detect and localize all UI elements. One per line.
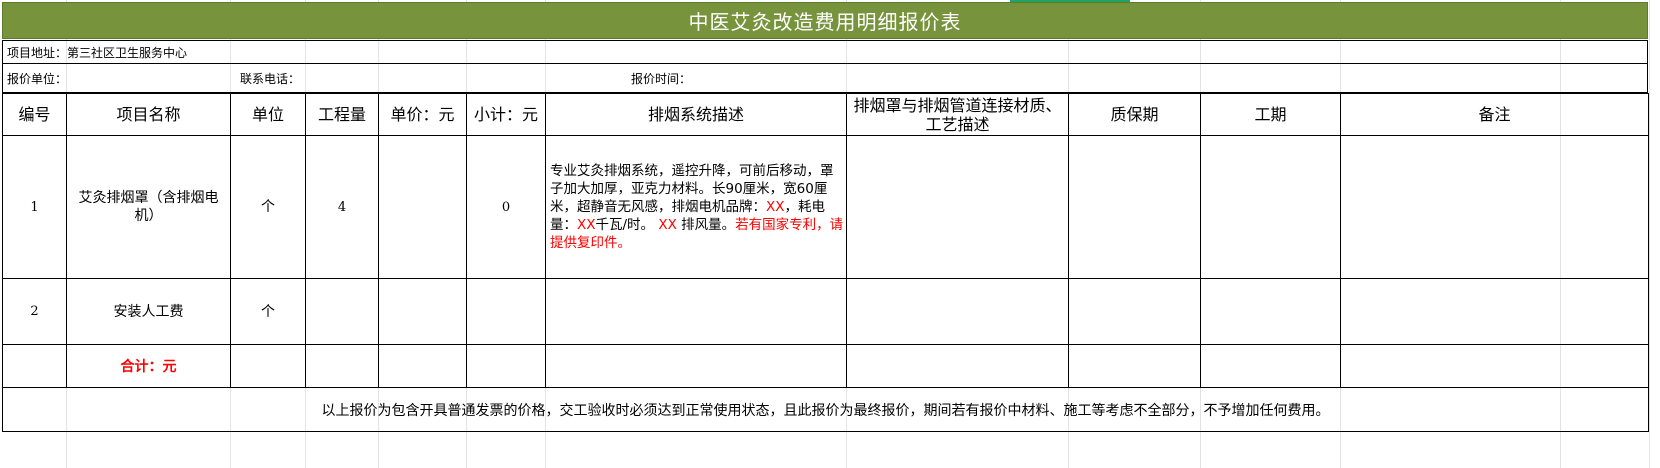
- cell-empty[interactable]: [1340, 344, 1649, 388]
- cell-period[interactable]: [1200, 278, 1341, 345]
- table-row: 1 艾灸排烟罩（含排烟电机） 个 4 0 专业艾灸排烟系统，遥控升降，可前后移动…: [2, 135, 1649, 279]
- cell-remarks[interactable]: [1340, 278, 1649, 345]
- footnote-row: 以上报价为包含开具普通发票的价格，交工验收时必须达到正常使用状态，且此报价为最终…: [2, 387, 1649, 432]
- cell-empty[interactable]: [1068, 344, 1201, 388]
- header-unit[interactable]: 单位: [230, 93, 306, 136]
- cell-no[interactable]: 2: [2, 278, 67, 345]
- header-name[interactable]: 项目名称: [66, 93, 231, 136]
- quote-info-row[interactable]: 报价单位： 联系电话： 报价时间：: [2, 64, 1648, 93]
- cell-qty[interactable]: [305, 278, 379, 345]
- cell-empty[interactable]: [846, 344, 1069, 388]
- cell-name[interactable]: 安装人工费: [66, 278, 231, 345]
- address-row[interactable]: 项目地址：第三社区卫生服务中心: [2, 40, 1648, 64]
- cell-name[interactable]: 艾灸排烟罩（含排烟电机）: [66, 135, 231, 279]
- total-row: 合计：元: [2, 344, 1649, 388]
- cell-unit[interactable]: 个: [230, 135, 306, 279]
- cell-system-desc[interactable]: [545, 278, 847, 345]
- cell-price[interactable]: [378, 135, 467, 279]
- header-no[interactable]: 编号: [2, 93, 67, 136]
- header-qty[interactable]: 工程量: [305, 93, 379, 136]
- header-subtotal[interactable]: 小计：元: [466, 93, 546, 136]
- cell-system-desc[interactable]: 专业艾灸排烟系统，遥控升降，可前后移动，罩子加大加厚，亚克力材料。长90厘米，宽…: [545, 135, 847, 279]
- spreadsheet: 中医艾灸改造费用明细报价表 项目地址：第三社区卫生服务中心 报价单位： 联系电话…: [0, 0, 1660, 468]
- grid-line: [1649, 0, 1650, 468]
- footnote-text[interactable]: 以上报价为包含开具普通发票的价格，交工验收时必须达到正常使用状态，且此报价为最终…: [2, 387, 1649, 432]
- address-text: 项目地址：第三社区卫生服务中心: [7, 45, 188, 60]
- cell-empty[interactable]: [466, 344, 546, 388]
- header-price[interactable]: 单价：元: [378, 93, 467, 136]
- header-period[interactable]: 工期: [1200, 93, 1341, 136]
- contact-phone-label: 联系电话：: [240, 71, 301, 86]
- quote-table: 编号 项目名称 单位 工程量 单价：元 小计：元 排烟系统描述 排烟罩与排烟管道…: [2, 93, 1649, 432]
- cell-period[interactable]: [1200, 135, 1341, 279]
- cell-warranty[interactable]: [1068, 278, 1201, 345]
- sheet-title-text: 中医艾灸改造费用明细报价表: [688, 10, 962, 34]
- cell-price[interactable]: [378, 278, 467, 345]
- cell-empty[interactable]: [545, 344, 847, 388]
- header-connect-desc[interactable]: 排烟罩与排烟管道连接材质、工艺描述: [846, 93, 1069, 136]
- cell-connect-desc[interactable]: [846, 135, 1069, 279]
- cell-unit[interactable]: 个: [230, 278, 306, 345]
- cell-no[interactable]: 1: [2, 135, 67, 279]
- cell-empty[interactable]: [230, 344, 306, 388]
- cell-empty[interactable]: [378, 344, 467, 388]
- table-row: 2 安装人工费 个: [2, 278, 1649, 345]
- header-remarks[interactable]: 备注: [1340, 93, 1649, 136]
- cell-empty[interactable]: [1200, 344, 1341, 388]
- cell-remarks[interactable]: [1340, 135, 1649, 279]
- header-system-desc[interactable]: 排烟系统描述: [545, 93, 847, 136]
- header-warranty[interactable]: 质保期: [1068, 93, 1201, 136]
- header-row: 编号 项目名称 单位 工程量 单价：元 小计：元 排烟系统描述 排烟罩与排烟管道…: [2, 93, 1649, 136]
- cell-connect-desc[interactable]: [846, 278, 1069, 345]
- cell-warranty[interactable]: [1068, 135, 1201, 279]
- quote-unit-label: 报价单位：: [7, 71, 68, 86]
- sheet-title[interactable]: 中医艾灸改造费用明细报价表: [2, 2, 1648, 39]
- cell-empty[interactable]: [305, 344, 379, 388]
- cell-subtotal[interactable]: 0: [466, 135, 546, 279]
- cell-subtotal[interactable]: [466, 278, 546, 345]
- total-label[interactable]: 合计：元: [66, 344, 231, 388]
- cell-empty[interactable]: [2, 344, 67, 388]
- quote-time-label: 报价时间：: [631, 71, 692, 86]
- cell-qty[interactable]: 4: [305, 135, 379, 279]
